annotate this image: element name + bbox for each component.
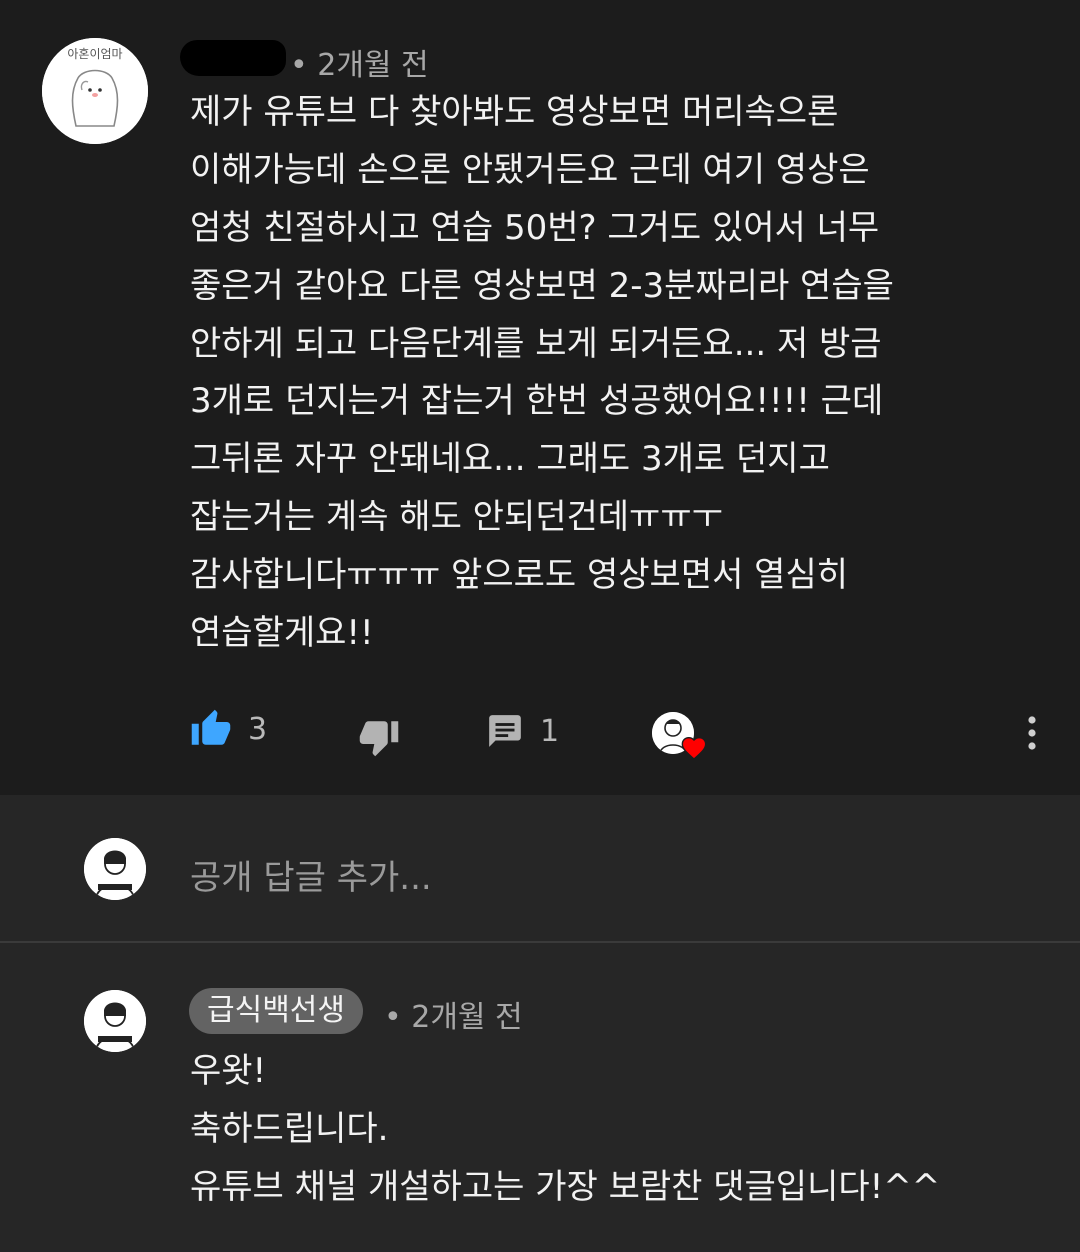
creator-heart [652,712,708,762]
current-user-avatar [84,838,146,900]
ghost-avatar-icon: 아혼이엄마 [42,38,148,144]
reply-line: 우왓! [190,1051,267,1091]
thumbs-up-icon [191,709,231,745]
redacted-username [180,40,286,76]
avatar-text: 아혼이엄마 [67,47,122,61]
comment-line: 잡는거는 계속 해도 안되던건데ㅠㅠㅜ [190,497,723,537]
like-count: 3 [248,711,268,747]
comment-line: 연습할게요!! [190,613,374,653]
more-vertical-icon [1028,716,1036,750]
heart-icon [681,736,707,760]
comment-line: 안하게 되고 다음단계를 보게 되거든요... 저 방금 [190,324,882,364]
reply-line: 유튜브 채널 개설하고는 가장 보람찬 댓글입니다!^^ [190,1167,941,1207]
comment-line: 제가 유튜브 다 찾아봐도 영상보면 머리속으론 [190,92,839,132]
comment-line: 감사합니다ㅠㅠㅠ 앞으로도 영상보면서 열심히 [190,555,849,595]
person-avatar-icon [84,990,146,1052]
reply-count: 1 [540,713,560,749]
like-button[interactable]: 3 [190,708,267,750]
comment-line: 이해가능데 손으론 안됐거든요 근데 여기 영상은 [190,150,870,190]
reply-input[interactable]: 공개 답글 추가... [190,850,432,899]
comment-line: 엄청 친절하시고 연습 50번? 그거도 있어서 너무 [190,208,880,248]
reply-input-bar [0,795,1080,942]
more-options-button[interactable] [1020,712,1044,754]
reply-button[interactable]: 1 [486,712,559,750]
comment-timestamp: • 2개월 전 [290,48,429,83]
comment-line: 좋은거 같아요 다른 영상보면 2-3분짜리라 연습을 [190,266,894,306]
comment-line: 그뒤론 자꾸 안돼네요... 그래도 3개로 던지고 [190,439,830,479]
comment-line: 3개로 던지는거 잡는거 한번 성공했어요!!!! 근데 [190,381,884,421]
dislike-button[interactable] [358,716,400,758]
commenter-avatar[interactable]: 아혼이엄마 [42,38,148,144]
person-avatar-icon [84,838,146,900]
comment-icon [489,715,521,747]
reply-author-avatar[interactable] [84,990,146,1052]
thumbs-down-icon [359,721,399,757]
reply-timestamp: • 2개월 전 [384,1000,523,1035]
reply-author-badge[interactable]: 급식백선생 [189,988,363,1034]
reply-line: 축하드립니다. [190,1109,389,1149]
